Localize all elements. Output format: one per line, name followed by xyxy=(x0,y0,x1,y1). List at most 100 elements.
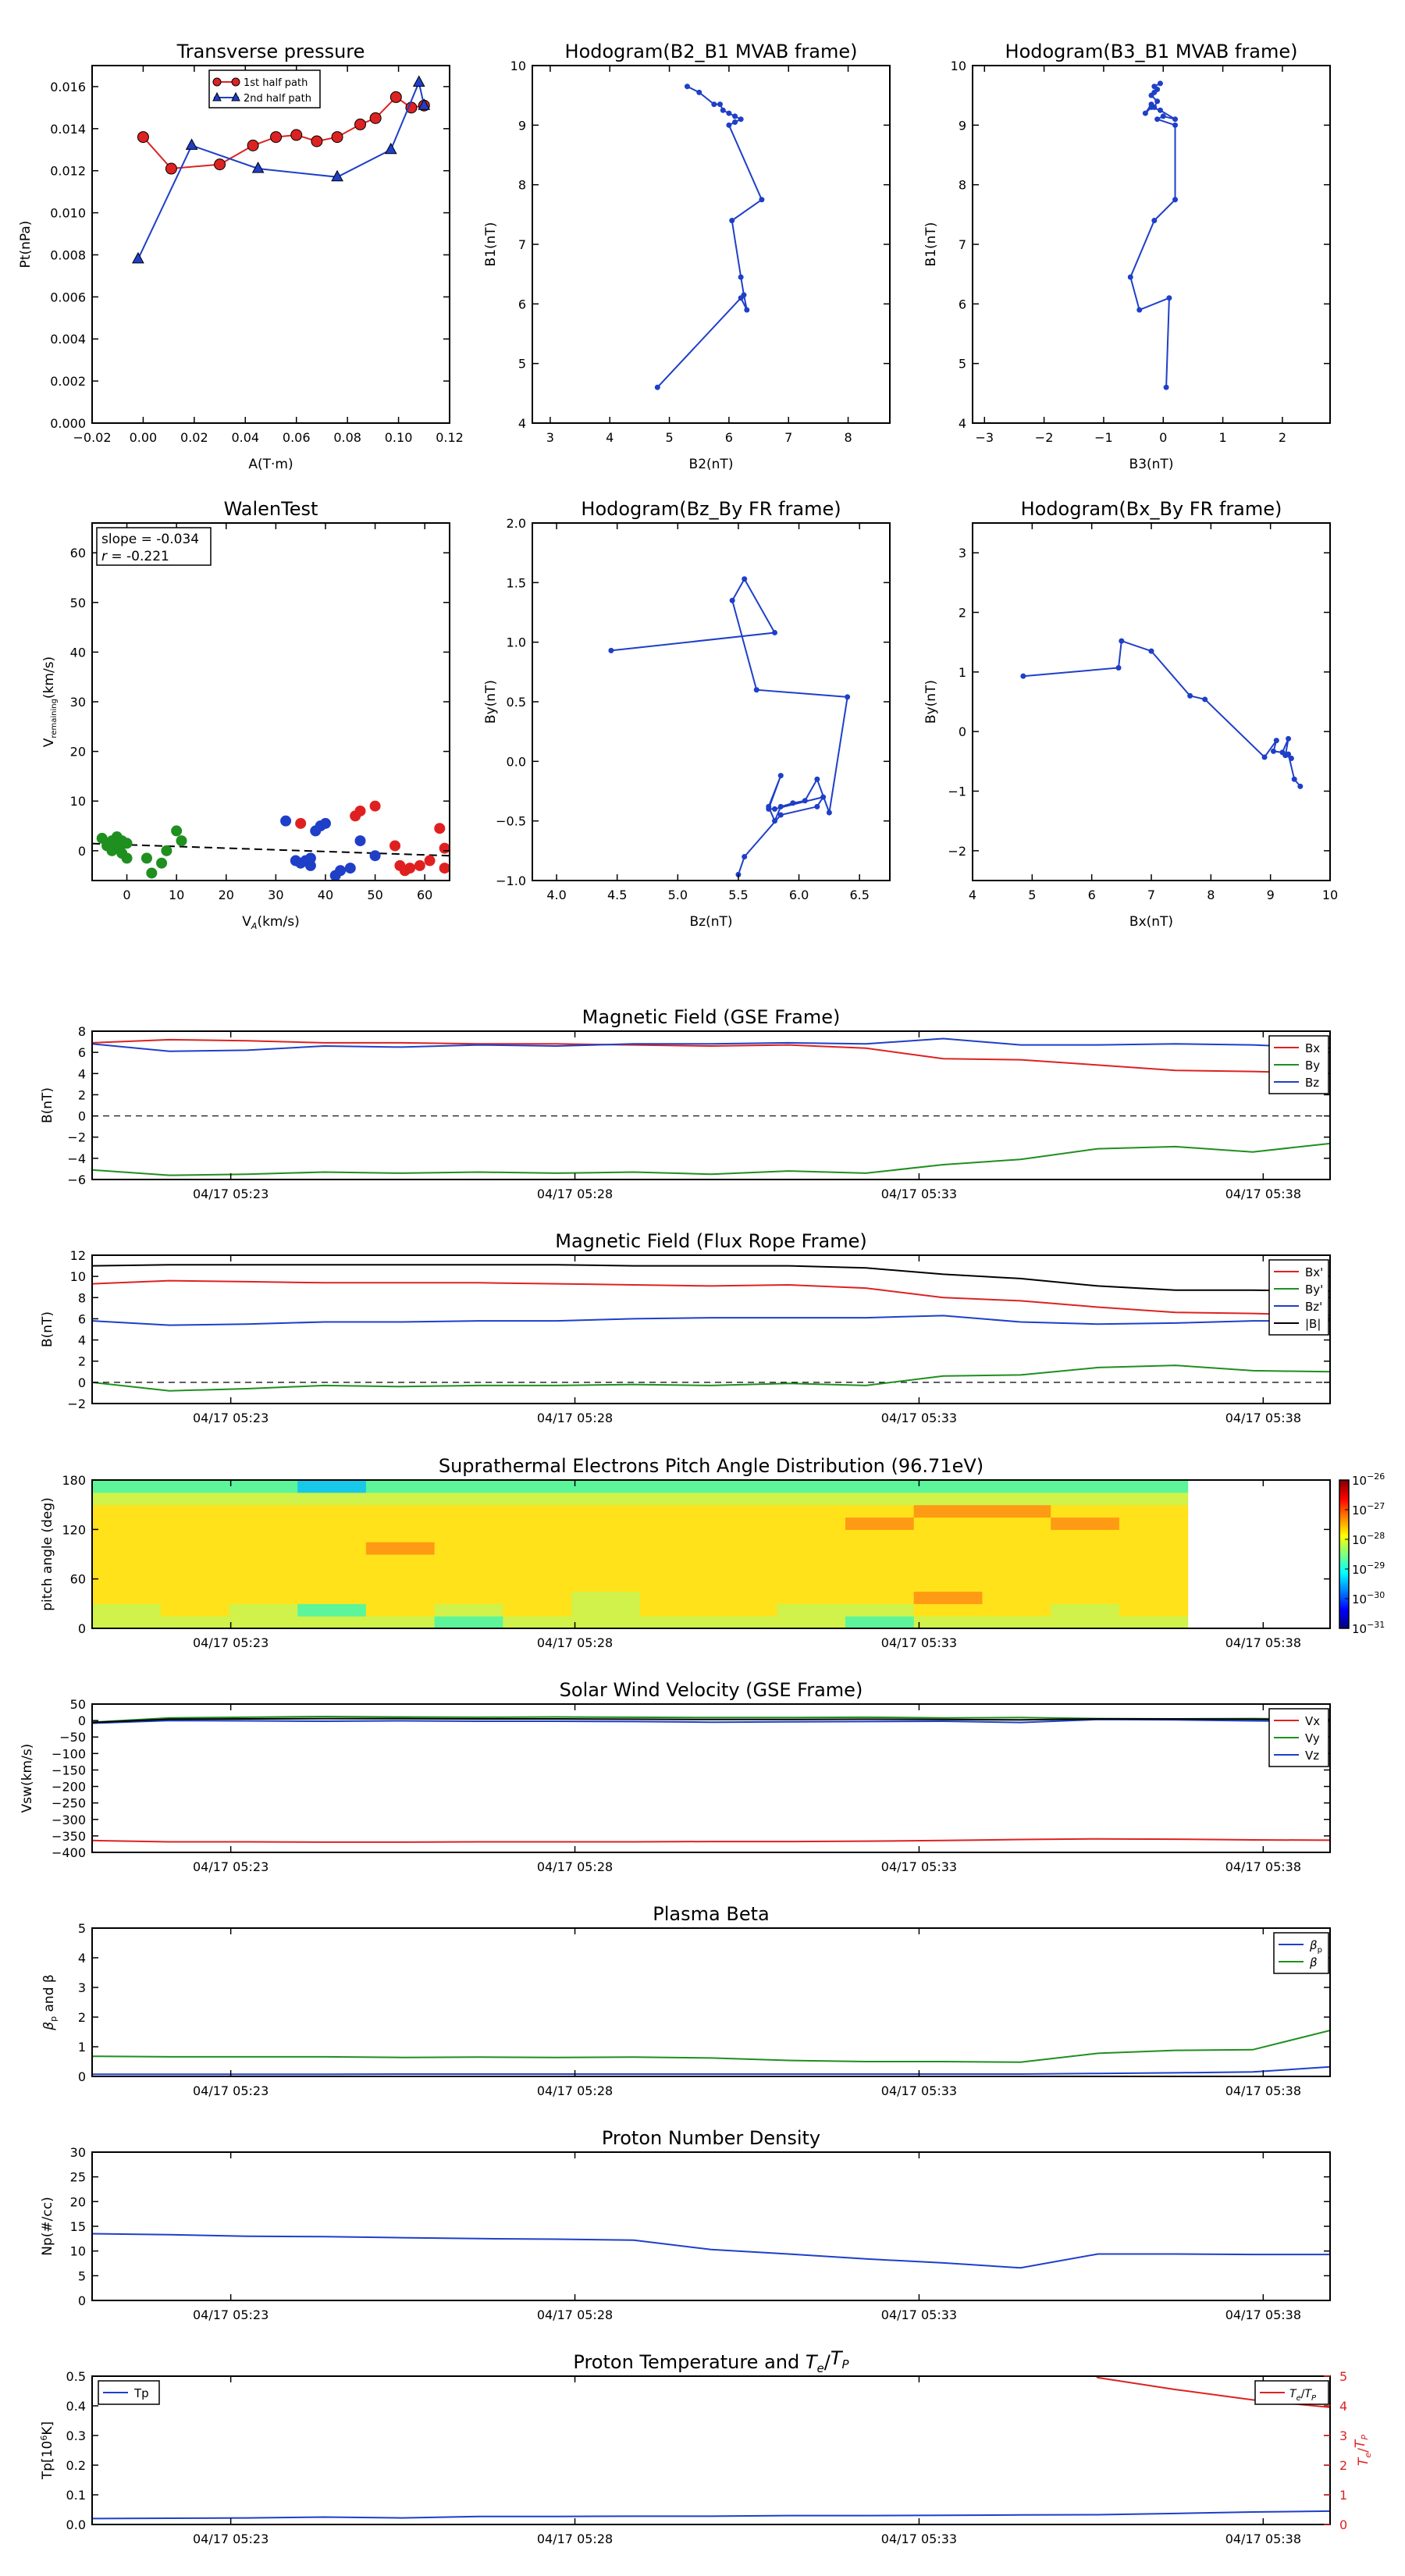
heatmap-cell xyxy=(92,1566,162,1580)
heatmap-cell xyxy=(1119,1616,1189,1628)
heatmap-cell xyxy=(160,1529,229,1542)
y-tick-label: 120 xyxy=(62,1522,86,1537)
colorbar-base: 10 xyxy=(1352,1474,1367,1488)
heatmap-cell xyxy=(297,1504,367,1518)
x-tick-label: 04/17 05:38 xyxy=(1225,1859,1301,1874)
data-point xyxy=(354,118,366,130)
data-point xyxy=(1119,638,1125,644)
y-axis-label: Vsw(km/s) xyxy=(20,1744,35,1813)
heatmap-cell xyxy=(708,1591,777,1604)
plot-frame xyxy=(972,65,1331,424)
heatmap-cell xyxy=(982,1591,1051,1604)
y-tick-label: 0 xyxy=(78,1109,86,1124)
data-point xyxy=(726,122,732,128)
heatmap-cell xyxy=(1051,1504,1120,1518)
y-tick-label: 9 xyxy=(518,118,526,133)
y-tick-label: 0.2 xyxy=(66,2458,86,2473)
heatmap-cell xyxy=(365,1578,436,1592)
y-tick-label: 5 xyxy=(959,357,966,372)
heatmap-cell xyxy=(297,1517,367,1530)
chart-title: Hodogram(Bx_By FR frame) xyxy=(1021,498,1282,520)
colorbar-exponent: −30 xyxy=(1367,1590,1385,1600)
heatmap-cell xyxy=(434,1504,503,1518)
y-axis-label: Pt(nPa) xyxy=(18,221,34,269)
y-axis-label: pitch angle (deg) xyxy=(40,1497,55,1611)
legend: Tp xyxy=(98,2380,160,2405)
heatmap-cell xyxy=(708,1504,777,1518)
data-point xyxy=(738,274,744,280)
data-point xyxy=(414,859,425,871)
heatmap-cell xyxy=(229,1578,298,1592)
y-axis-label: By(nT) xyxy=(483,680,499,724)
heatmap-cell xyxy=(639,1578,710,1592)
x-tick-label: 04/17 05:23 xyxy=(193,1859,269,1874)
y-tick-label: 1 xyxy=(959,665,966,680)
x-tick-label: 0.10 xyxy=(385,430,413,445)
x-tick-label: 04/17 05:38 xyxy=(1225,2532,1301,2546)
plot-frame xyxy=(91,1703,1331,1853)
heatmap-cell xyxy=(434,1578,503,1592)
y-tick-label: −50 xyxy=(59,1730,86,1745)
y-axis-label: By(nT) xyxy=(923,680,939,724)
heatmap-cell xyxy=(92,1517,162,1530)
x-tick-label: 4.0 xyxy=(546,888,566,902)
y-axis-label-part: 6 xyxy=(39,2435,49,2441)
y-tick-label: 1.5 xyxy=(507,575,526,590)
colorbar-exponent: −28 xyxy=(1367,1531,1385,1541)
heatmap-cell xyxy=(503,1542,572,1555)
heatmap-cell xyxy=(434,1603,503,1617)
data-point xyxy=(335,865,347,877)
data-point xyxy=(1172,122,1179,128)
y-tick-label: 0.5 xyxy=(66,2369,86,2384)
x-tick-label: 04/17 05:23 xyxy=(193,1411,269,1425)
annotation-r-value: = -0.221 xyxy=(107,549,169,564)
heatmap-cell xyxy=(982,1480,1051,1493)
heatmap-cell xyxy=(1119,1529,1189,1542)
heatmap-cell xyxy=(913,1591,983,1604)
y-tick-label: −2 xyxy=(67,1130,86,1145)
heatmap-cell xyxy=(982,1603,1051,1617)
data-point xyxy=(1127,274,1133,280)
data-point xyxy=(820,794,827,800)
data-point xyxy=(319,817,331,829)
data-point xyxy=(412,75,425,87)
chart-title: Magnetic Field (GSE Frame) xyxy=(582,1006,841,1028)
legend: Te/TP xyxy=(1254,2380,1329,2405)
colorbar-base: 10 xyxy=(1352,1622,1367,1636)
data-point xyxy=(1291,776,1297,782)
data-point xyxy=(140,852,152,864)
legend-label: Bx xyxy=(1305,1041,1320,1055)
data-point xyxy=(1273,738,1279,744)
plot-frame xyxy=(91,2375,1331,2525)
heatmap-cell xyxy=(297,1591,367,1604)
plot-area xyxy=(654,84,765,390)
x-tick-label: 04/17 05:23 xyxy=(193,1635,269,1650)
heatmap-cell xyxy=(1119,1504,1189,1518)
y-axis-label-part: K] xyxy=(40,2421,55,2435)
heatmap-cell xyxy=(708,1616,777,1628)
heatmap-cell xyxy=(92,1480,162,1493)
x-tick-label: 6.5 xyxy=(849,888,869,902)
y-tick-label: 10 xyxy=(70,1269,86,1284)
data-point xyxy=(344,863,356,874)
y-axis-label: Vremaining(km/s) xyxy=(41,656,59,747)
plot-area xyxy=(92,2233,1330,2269)
x-tick-label: 04/17 05:33 xyxy=(881,1859,957,1874)
x-tick-label: 04/17 05:38 xyxy=(1225,2083,1301,2098)
heatmap-cell xyxy=(160,1480,229,1493)
data-point xyxy=(247,139,259,151)
data-point xyxy=(331,131,343,144)
y-tick-label: 0 xyxy=(959,724,966,739)
x-tick-label: 8 xyxy=(844,430,852,445)
heatmap-cell xyxy=(913,1578,983,1592)
y-tick-label: 9 xyxy=(959,118,966,133)
colorbar-base: 10 xyxy=(1352,1533,1367,1547)
y-tick-label: −200 xyxy=(52,1780,86,1795)
legend-label: Bx' xyxy=(1305,1265,1323,1279)
data-point xyxy=(732,113,738,119)
annotation: slope = -0.034 r = -0.221 xyxy=(96,527,212,566)
y-tick-label: 0.006 xyxy=(50,290,86,304)
data-point xyxy=(404,863,416,874)
data-point xyxy=(121,852,133,864)
data-point xyxy=(389,840,401,852)
